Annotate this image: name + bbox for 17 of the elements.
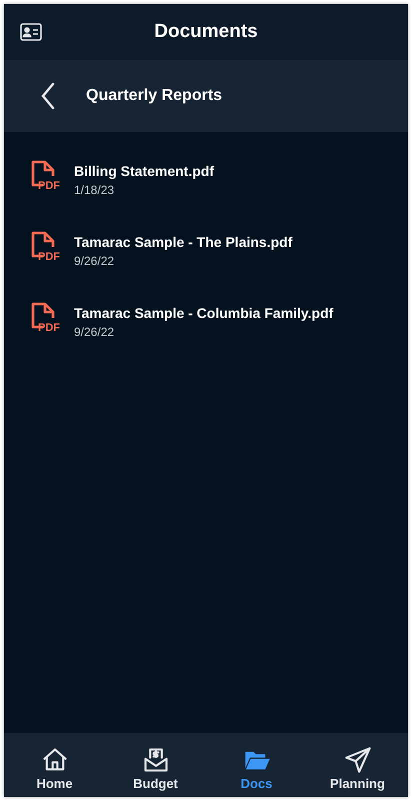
document-date: 9/26/22	[74, 252, 116, 270]
home-icon	[40, 746, 68, 774]
money-envelope-icon	[142, 746, 170, 774]
back-icon	[40, 82, 56, 110]
header-title: Documents	[154, 20, 258, 44]
folder-title: Quarterly Reports	[86, 86, 222, 106]
paper-plane-icon	[344, 746, 372, 774]
document-name: Tamarac Sample - The Plains.pdf	[74, 232, 292, 252]
nav-tab[interactable]: Planning	[307, 733, 408, 797]
nav-tab[interactable]: Home	[4, 733, 105, 797]
nav-tab[interactable]: Budget	[105, 733, 206, 797]
contact-card-icon[interactable]	[20, 23, 42, 41]
document-date: 1/18/23	[74, 182, 116, 198]
nav-tab[interactable]: Docs	[206, 733, 307, 797]
document-name: Billing Statement.pdf	[74, 162, 214, 180]
document-date: 9/26/22	[74, 324, 116, 340]
document-name: Tamarac Sample - Columbia Family.pdf	[74, 304, 334, 322]
